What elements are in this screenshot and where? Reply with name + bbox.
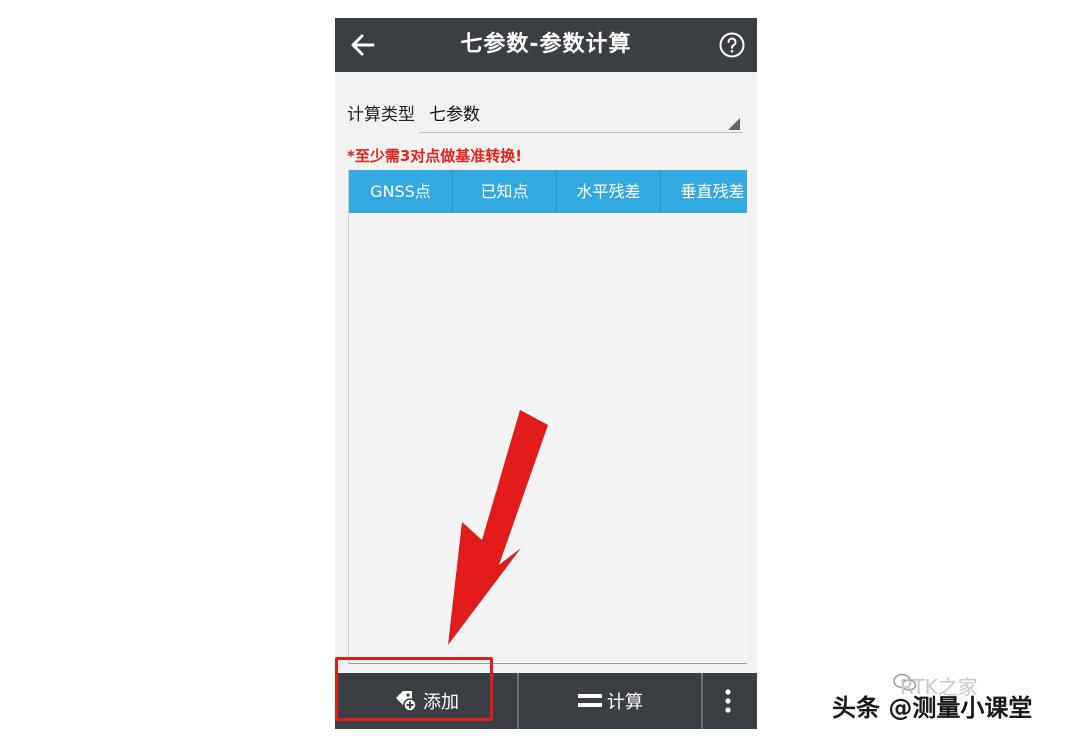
calc-type-label: 计算类型	[347, 105, 415, 125]
equals-icon	[578, 694, 602, 707]
column-header-known[interactable]: 已知点	[453, 170, 557, 213]
calculate-button-label: 计算	[607, 692, 643, 713]
highlight-box	[335, 657, 493, 721]
calc-type-value: 七参数	[429, 105, 480, 125]
page-title: 七参数-参数计算	[460, 32, 632, 57]
column-header-gnss[interactable]: GNSS点	[349, 170, 453, 213]
warning-text: *至少需3对点做基准转换!	[347, 147, 523, 165]
table-header: GNSS点 已知点 水平残差 垂直残差	[349, 170, 747, 213]
help-icon[interactable]	[719, 32, 745, 58]
calc-type-select[interactable]: 七参数	[419, 90, 742, 133]
more-options-button[interactable]	[703, 673, 757, 729]
app-header: 七参数-参数计算	[335, 18, 757, 72]
back-arrow-icon[interactable]	[349, 31, 377, 59]
point-table[interactable]: GNSS点 已知点 水平残差 垂直残差	[348, 170, 747, 664]
column-header-horizontal-residual[interactable]: 水平残差	[557, 170, 661, 213]
phone-screen: 七参数-参数计算 计算类型 七参数 *至少需3对点做基准转换! GNSS点 已知…	[335, 18, 757, 729]
more-vertical-icon	[725, 689, 731, 713]
page: 七参数-参数计算 计算类型 七参数 *至少需3对点做基准转换! GNSS点 已知…	[0, 0, 1080, 739]
calculate-button[interactable]: 计算	[519, 673, 703, 729]
watermark-text: 头条 @测量小课堂	[832, 694, 1033, 722]
dropdown-triangle-icon	[728, 118, 740, 130]
column-header-vertical-residual[interactable]: 垂直残差	[661, 170, 747, 213]
